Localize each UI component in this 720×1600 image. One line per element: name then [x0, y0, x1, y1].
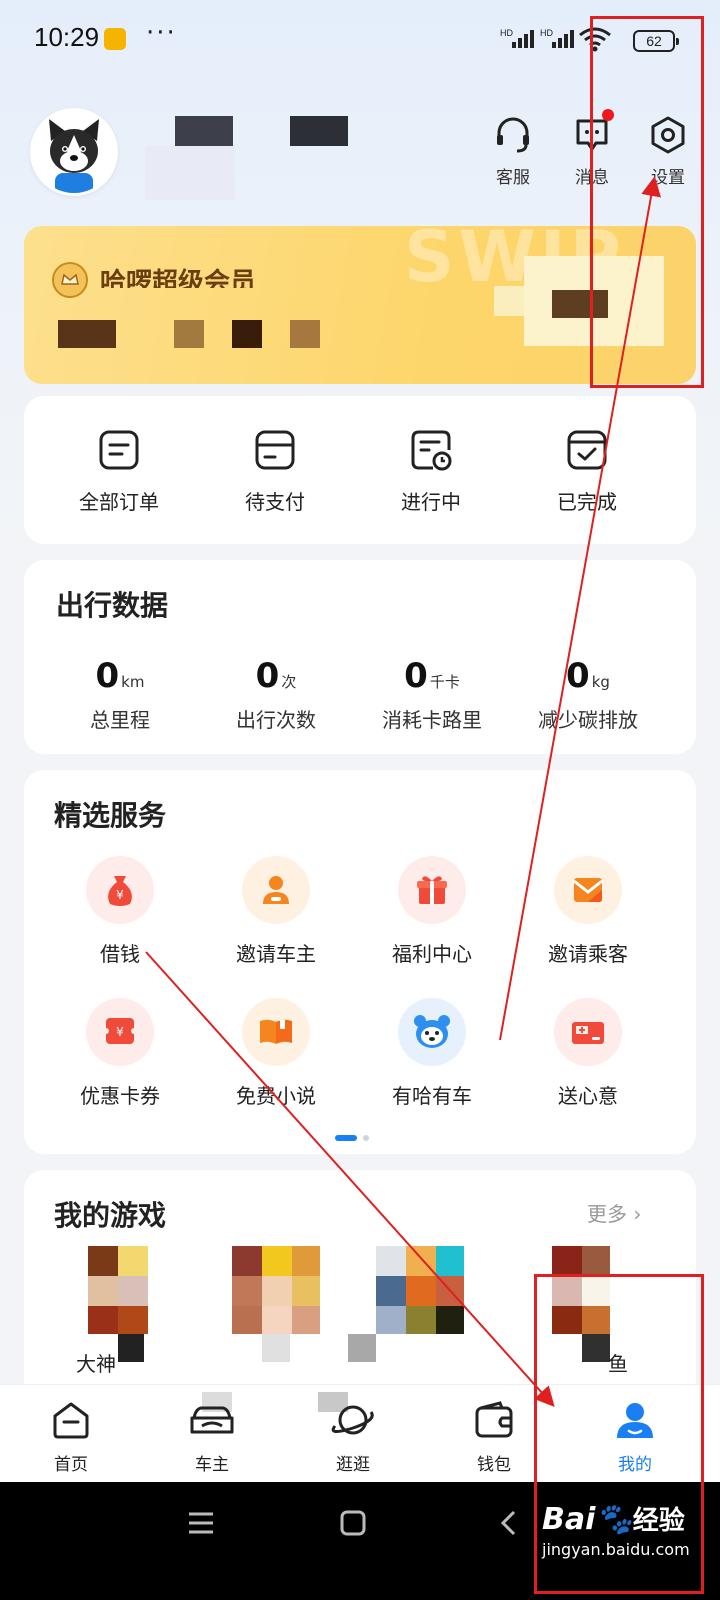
annotation-arrows — [145, 176, 662, 1407]
